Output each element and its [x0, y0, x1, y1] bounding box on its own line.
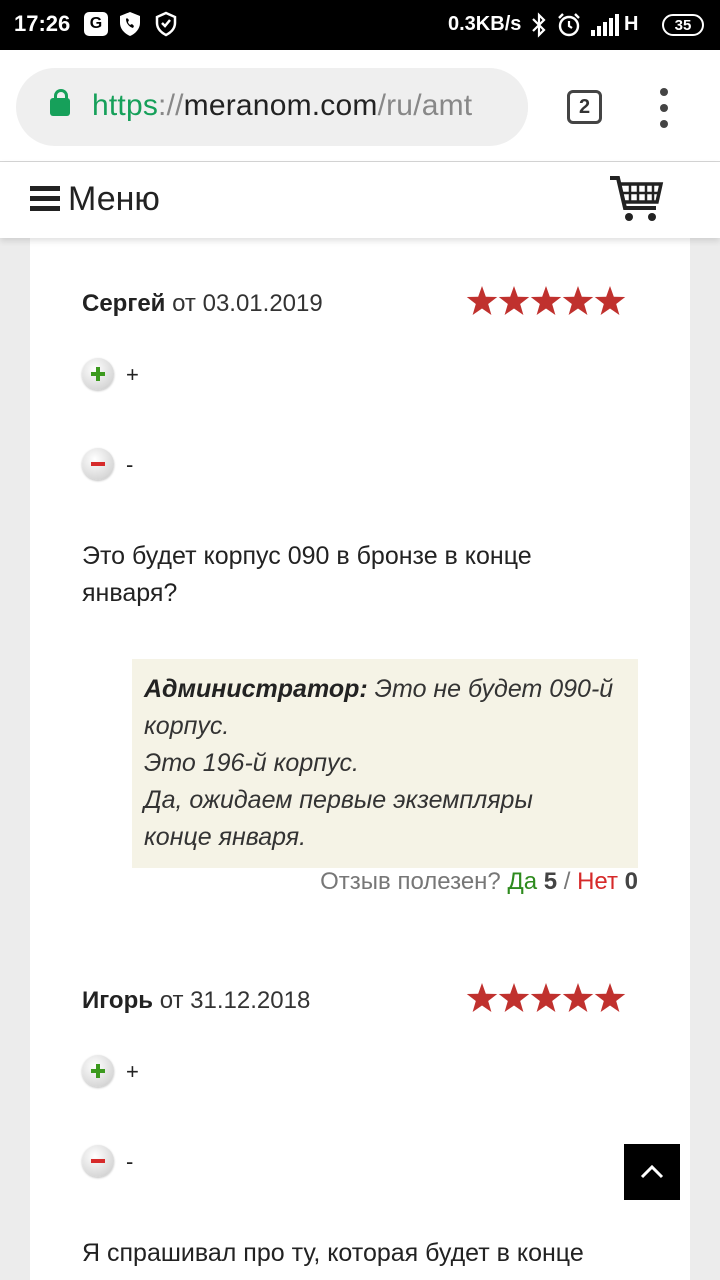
star-icon — [498, 983, 530, 1012]
helpful-vote: Отзыв полезен? Да 5 / Нет 0 — [320, 868, 638, 896]
g-icon: G — [84, 12, 108, 36]
review-header: Игорь от 31.12.2018 — [82, 987, 310, 1015]
review-date-prefix: от — [172, 290, 196, 317]
address-bar[interactable]: https://meranom.com/ru/amt — [16, 68, 528, 146]
review-item: Игорь от 31.12.2018 + - Я спрашивал про … — [82, 983, 642, 1280]
lock-icon[interactable] — [50, 89, 70, 116]
helpful-no-link[interactable]: Нет — [577, 868, 618, 895]
url-text[interactable]: https://meranom.com/ru/amt — [92, 89, 472, 123]
url-path: /ru/amt — [377, 89, 473, 122]
helpful-yes-count: 5 — [543, 868, 558, 895]
phone-shield-icon — [118, 11, 142, 37]
helpful-yes-link[interactable]: Да — [507, 868, 537, 895]
shield-check-icon — [154, 11, 178, 37]
star-icon — [562, 286, 594, 315]
star-icon — [466, 286, 498, 315]
review-item: Сергей от 03.01.2019 + - Это будет корпу… — [82, 286, 642, 895]
cons-text: - — [126, 452, 134, 477]
star-icon — [562, 983, 594, 1012]
tab-switcher-button[interactable]: 2 — [567, 90, 602, 124]
admin-reply-line: корпус. — [144, 712, 230, 740]
helpful-question: Отзыв полезен? — [320, 868, 501, 895]
chevron-up-icon — [640, 1164, 664, 1179]
alarm-icon — [556, 12, 582, 44]
review-date: 31.12.2018 — [190, 987, 311, 1014]
star-icon — [530, 983, 562, 1012]
pros-text: + — [126, 1059, 139, 1084]
browser-toolbar: https://meranom.com/ru/amt 2 — [0, 50, 720, 162]
status-time: 17:26 — [14, 11, 71, 36]
url-separator: :// — [158, 89, 184, 122]
menu-button[interactable]: Меню — [68, 180, 160, 219]
shopping-cart-icon[interactable] — [608, 174, 664, 224]
bluetooth-icon — [530, 12, 548, 44]
screen: { "status_bar": { "time": "17:26", "icon… — [0, 0, 720, 1280]
review-date-prefix: от — [159, 987, 184, 1014]
helpful-separator: / — [563, 868, 571, 895]
battery-icon: 35 — [662, 14, 704, 36]
plus-icon — [82, 358, 114, 390]
admin-label: Администратор: — [144, 675, 368, 703]
review-header: Сергей от 03.01.2019 — [82, 290, 323, 318]
url-scheme: https — [92, 89, 159, 122]
minus-icon — [82, 448, 114, 480]
battery-level: 35 — [674, 16, 692, 34]
url-host: meranom.com — [183, 89, 378, 122]
admin-reply-line: Это не будет 090-й — [374, 675, 614, 703]
scroll-to-top-button[interactable] — [624, 1144, 680, 1200]
reviews-container: Сергей от 03.01.2019 + - Это будет корпу… — [30, 238, 690, 1280]
review-text: Это будет корпус 090 в бронзе в конце ян… — [82, 542, 532, 607]
plus-icon — [82, 1055, 114, 1087]
star-icon — [466, 983, 498, 1012]
review-author: Сергей — [82, 290, 166, 317]
status-bar: 17:26 G 0.3KB/s H 35 — [0, 0, 720, 50]
minus-icon — [82, 1145, 114, 1177]
star-icon — [498, 286, 530, 315]
rating-stars — [466, 983, 626, 1012]
review-date: 03.01.2019 — [202, 290, 323, 317]
overflow-menu-icon[interactable] — [656, 88, 672, 128]
star-icon — [530, 286, 562, 315]
helpful-no-count: 0 — [624, 868, 638, 895]
review-text: Я спрашивал про ту, которая будет в конц… — [82, 1239, 584, 1267]
tab-count: 2 — [578, 95, 591, 118]
cons-text: - — [126, 1149, 134, 1174]
star-icon — [594, 983, 626, 1012]
admin-reply-line: Да, ожидаем первые экземпляры — [144, 786, 533, 814]
pros-text: + — [126, 362, 139, 387]
signal-icon — [591, 14, 621, 36]
admin-reply-line: Это 196-й корпус. — [144, 749, 359, 777]
rating-stars — [466, 286, 626, 315]
admin-reply: Администратор: Это не будет 090-й корпус… — [132, 659, 638, 868]
url-fade — [488, 68, 528, 146]
net-speed: 0.3KB/s — [448, 13, 522, 35]
site-header: Меню — [0, 162, 720, 238]
admin-reply-line: конце января. — [144, 823, 307, 851]
hamburger-icon[interactable] — [30, 186, 60, 212]
review-author: Игорь — [82, 987, 154, 1014]
star-icon — [594, 286, 626, 315]
network-type: H — [624, 13, 639, 35]
